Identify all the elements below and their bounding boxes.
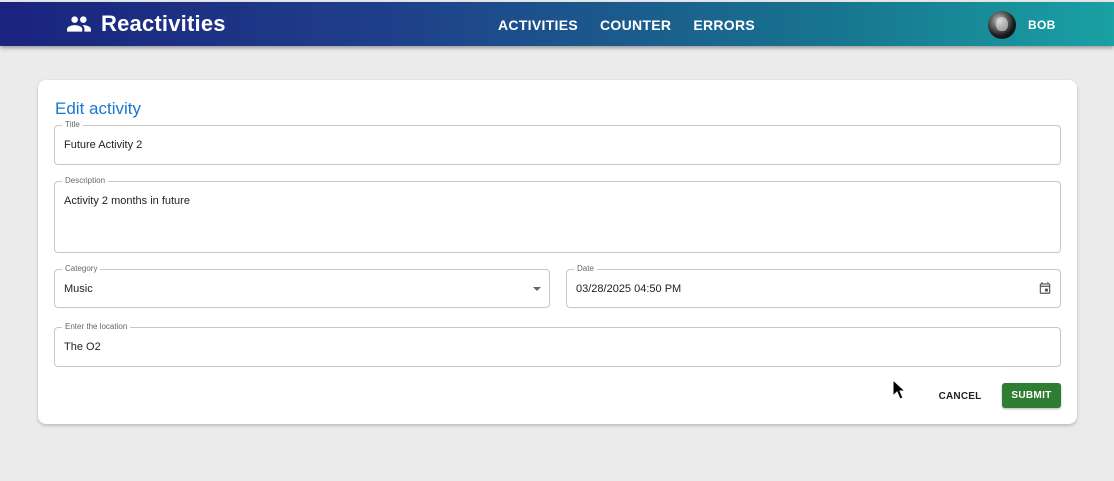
cancel-button[interactable]: CANCEL [930,385,990,409]
location-input[interactable]: The O2 [64,341,101,353]
calendar-icon[interactable] [1038,281,1052,295]
category-field-label: Category [62,264,101,274]
title-field[interactable]: Title Future Activity 2 [54,120,1061,165]
mouse-cursor-icon [892,379,906,400]
date-input[interactable]: 03/28/2025 04:50 PM [576,283,681,295]
brand[interactable]: Reactivities [66,11,226,37]
dropdown-arrow-icon[interactable] [533,287,541,291]
main-nav: ACTIVITIES COUNTER ERRORS [487,15,766,35]
user-name: BOB [1028,18,1056,32]
page-title: Edit activity [55,99,141,118]
date-field[interactable]: Date 03/28/2025 04:50 PM [566,264,1061,308]
app-bar: Reactivities ACTIVITIES COUNTER ERRORS B… [0,2,1114,46]
edit-activity-card: Edit activity Title Future Activity 2 De… [38,80,1077,424]
description-field-label: Description [62,176,109,186]
nav-item-activities[interactable]: ACTIVITIES [487,15,589,35]
app-title: Reactivities [101,11,226,36]
nav-item-errors[interactable]: ERRORS [682,15,766,35]
group-icon [67,16,91,32]
description-input[interactable]: Activity 2 months in future [64,195,190,207]
title-field-label: Title [62,120,83,130]
location-field[interactable]: Enter the location The O2 [54,322,1061,367]
category-select[interactable]: Category Music [54,264,550,308]
date-field-label: Date [574,264,597,274]
description-field[interactable]: Description Activity 2 months in future [54,176,1061,253]
category-value[interactable]: Music [64,283,93,295]
nav-item-counter[interactable]: COUNTER [589,15,682,35]
title-input[interactable]: Future Activity 2 [64,139,142,151]
location-field-label: Enter the location [62,322,131,332]
submit-button[interactable]: SUBMIT [1002,383,1061,408]
user-menu[interactable]: BOB [988,11,1056,39]
avatar[interactable] [988,11,1016,39]
